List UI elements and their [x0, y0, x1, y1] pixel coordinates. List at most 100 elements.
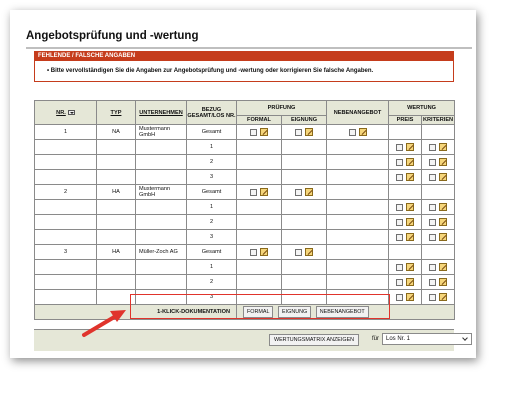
edit-pencil-icon[interactable]	[439, 293, 448, 301]
preis-checkbox[interactable]	[396, 233, 404, 241]
preis-checkbox[interactable]	[396, 218, 404, 226]
edit-pencil-icon[interactable]	[439, 143, 448, 151]
cell-formal	[236, 124, 282, 140]
edit-pencil-icon[interactable]	[406, 218, 415, 226]
edit-pencil-icon[interactable]	[439, 218, 448, 226]
preis-checkbox[interactable]	[396, 173, 404, 181]
los-select[interactable]: Los Nr. 1	[382, 333, 472, 345]
sort-icon[interactable]	[67, 109, 75, 115]
edit-pencil-icon[interactable]	[406, 203, 415, 211]
edit-pencil-icon[interactable]	[406, 263, 415, 271]
edit-pencil-icon[interactable]	[260, 128, 268, 136]
header-nr[interactable]: NR.	[34, 100, 97, 125]
table-row: 3	[34, 229, 456, 245]
edit-pencil-icon[interactable]	[406, 293, 415, 301]
offer-table: NR. TYP UNTERNEHMEN BEZUG GESAMT/LOS NR.…	[34, 100, 456, 320]
cell-formal	[236, 199, 282, 215]
edit-pencil-icon[interactable]	[305, 188, 313, 196]
eignung-checkbox[interactable]	[295, 248, 302, 256]
fuer-label: für	[372, 336, 380, 342]
formal-checkbox[interactable]	[250, 128, 257, 136]
cell-preis	[388, 139, 423, 155]
cell-eignung	[280, 259, 328, 275]
preis-checkbox[interactable]	[396, 203, 404, 211]
cell-nebenangebot	[326, 124, 390, 140]
wertungsmatrix-button[interactable]: WERTUNGSMATRIX ANZEIGEN	[269, 334, 360, 346]
edit-pencil-icon[interactable]	[305, 128, 313, 136]
edit-pencil-icon[interactable]	[260, 188, 268, 196]
cell-eignung	[280, 154, 328, 170]
eignung-checkbox[interactable]	[295, 128, 302, 136]
header-unternehmen[interactable]: UNTERNEHMEN	[135, 100, 187, 125]
eignung-checkbox[interactable]	[295, 188, 302, 196]
kriterien-checkbox[interactable]	[429, 293, 437, 301]
header-bezug: BEZUG GESAMT/LOS NR.	[186, 100, 237, 125]
cell-bezug: Gesamt	[186, 124, 237, 140]
kriterien-checkbox[interactable]	[429, 203, 437, 211]
edit-pencil-icon[interactable]	[439, 263, 448, 271]
edit-pencil-icon[interactable]	[406, 158, 415, 166]
cell-bezug: 3	[186, 169, 237, 185]
preis-checkbox[interactable]	[396, 278, 404, 286]
page-title: Angebotsprüfung und -wertung	[26, 30, 199, 42]
edit-pencil-icon[interactable]	[439, 173, 448, 181]
nebenangebot-checkbox[interactable]	[348, 128, 356, 136]
edit-pencil-icon[interactable]	[406, 143, 415, 151]
cell-nr	[34, 199, 97, 215]
cell-bezug: 1	[186, 199, 237, 215]
edit-pencil-icon[interactable]	[406, 233, 415, 241]
edit-pencil-icon[interactable]	[406, 173, 415, 181]
cell-preis	[388, 124, 423, 140]
cell-typ	[96, 154, 136, 170]
cell-nr: 1	[34, 124, 97, 140]
cell-preis	[388, 229, 423, 245]
cell-formal	[236, 259, 282, 275]
cell-unternehmen	[135, 199, 187, 215]
edit-pencil-icon[interactable]	[358, 128, 367, 136]
kriterien-checkbox[interactable]	[429, 143, 437, 151]
edit-pencil-icon[interactable]	[406, 278, 415, 286]
cell-typ	[96, 214, 136, 230]
table-row: 2	[34, 214, 456, 230]
edit-pencil-icon[interactable]	[260, 248, 268, 256]
cell-formal	[236, 244, 282, 260]
header-typ[interactable]: TYP	[96, 100, 136, 125]
kriterien-checkbox[interactable]	[429, 218, 437, 226]
kriterien-checkbox[interactable]	[429, 278, 437, 286]
edit-pencil-icon[interactable]	[439, 158, 448, 166]
cell-kriterien	[421, 259, 456, 275]
edit-pencil-icon[interactable]	[305, 248, 313, 256]
cell-formal	[236, 184, 282, 200]
header-wertung: WERTUNG	[388, 100, 456, 116]
formal-checkbox[interactable]	[250, 248, 257, 256]
cell-preis	[388, 274, 423, 290]
table-row: 3 HA Müller-Zoch AG Gesamt	[34, 244, 456, 260]
kriterien-checkbox[interactable]	[429, 263, 437, 271]
preis-checkbox[interactable]	[396, 263, 404, 271]
edit-pencil-icon[interactable]	[439, 278, 448, 286]
pointer-arrow-icon	[82, 310, 126, 337]
cell-preis	[388, 214, 423, 230]
table-row: 2	[34, 274, 456, 290]
cell-nr	[34, 259, 97, 275]
cell-bezug: 3	[186, 229, 237, 245]
kriterien-checkbox[interactable]	[429, 158, 437, 166]
chevron-down-icon	[462, 335, 468, 341]
cell-eignung	[280, 229, 328, 245]
formal-checkbox[interactable]	[250, 188, 257, 196]
preis-checkbox[interactable]	[396, 143, 404, 151]
cell-eignung	[280, 139, 328, 155]
kriterien-checkbox[interactable]	[429, 233, 437, 241]
edit-pencil-icon[interactable]	[439, 203, 448, 211]
cell-kriterien	[421, 139, 456, 155]
cell-unternehmen: Mustermann GmbH	[135, 184, 187, 200]
cell-nebenangebot	[326, 244, 390, 260]
preis-checkbox[interactable]	[396, 293, 404, 301]
cell-bezug: Gesamt	[186, 244, 237, 260]
cell-nr: 2	[34, 184, 97, 200]
cell-nr	[34, 169, 97, 185]
kriterien-checkbox[interactable]	[429, 173, 437, 181]
preis-checkbox[interactable]	[396, 158, 404, 166]
edit-pencil-icon[interactable]	[439, 233, 448, 241]
cell-nebenangebot	[326, 154, 390, 170]
